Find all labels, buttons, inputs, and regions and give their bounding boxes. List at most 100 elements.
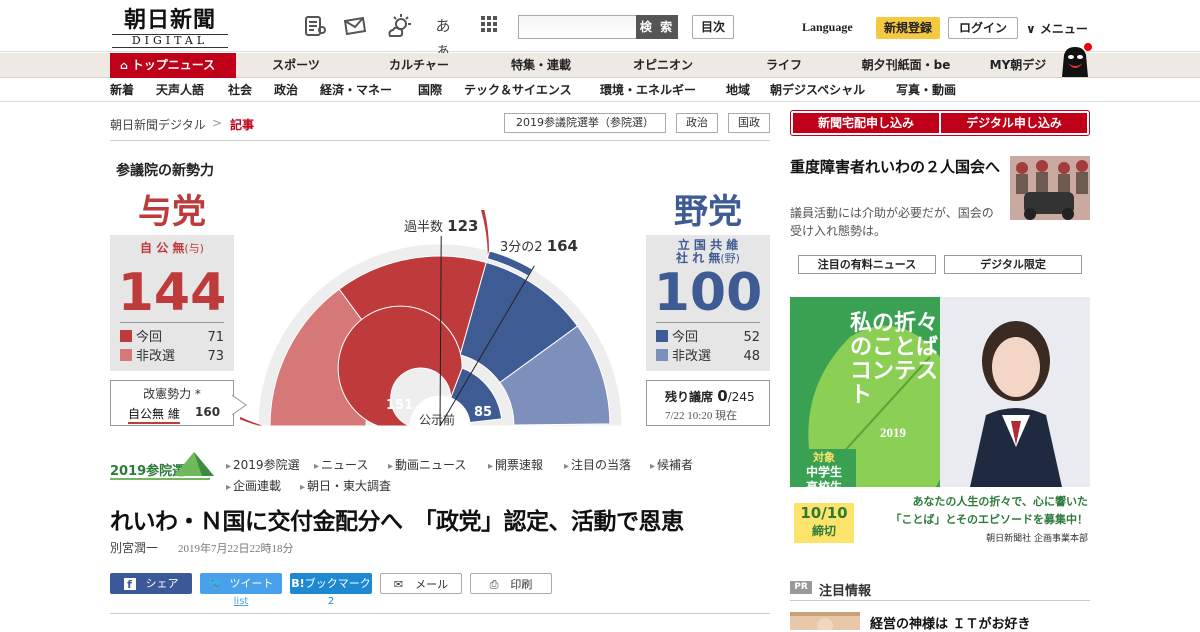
subscribe-paper-button[interactable]: 新聞宅配申し込み bbox=[793, 113, 939, 133]
legend-swatch bbox=[656, 349, 668, 361]
election-link-notable[interactable]: 注目の当落 bbox=[564, 456, 631, 473]
opposition-total: 100 bbox=[653, 263, 763, 323]
opposition-legend-holdover: 非改選 48 bbox=[656, 348, 760, 366]
nav-item-politics[interactable]: 政治 bbox=[274, 78, 298, 102]
search-input[interactable] bbox=[518, 15, 638, 39]
badge-underline bbox=[110, 478, 210, 480]
nav-item-latest[interactable]: 新着 bbox=[110, 78, 134, 102]
primary-nav: ⌂ トップニュース スポーツ カルチャー 特集・連載 オピニオン ライフ 朝夕刊… bbox=[0, 43, 1200, 78]
featured-photo[interactable] bbox=[1010, 156, 1090, 220]
search-button[interactable]: 検 索 bbox=[636, 15, 678, 39]
breadcrumb-current: 記事 bbox=[230, 118, 255, 132]
breadcrumb-home[interactable]: 朝日新聞デジタル bbox=[110, 116, 206, 133]
ad-message-1: あなたの人生の折々で、心に響いた bbox=[912, 495, 1088, 508]
nav-item-environment[interactable]: 環境・エネルギー bbox=[600, 78, 696, 102]
tag-election[interactable]: 2019参議院選挙（参院選） bbox=[504, 113, 666, 133]
election-link-results[interactable]: 開票速報 bbox=[488, 456, 543, 473]
contest-ad[interactable]: 私の折々のことばコンテスト 2019 対象 中学生 高校生 10/10 締切 あ… bbox=[790, 297, 1090, 547]
nav-item-my-asadigi[interactable]: MY朝デジ bbox=[978, 53, 1058, 78]
seat-chart bbox=[240, 210, 623, 426]
nav-item-society[interactable]: 社会 bbox=[228, 78, 252, 102]
language-link[interactable]: Language bbox=[802, 20, 853, 35]
envelope-icon[interactable] bbox=[342, 14, 368, 38]
ad-deadline-date: 10/10 bbox=[800, 504, 848, 522]
nav-item-photo[interactable]: 写真・動画 bbox=[896, 78, 956, 102]
mail-icon: ✉ bbox=[393, 578, 404, 591]
divider bbox=[110, 140, 770, 141]
featured-title[interactable]: 重度障害者れいわの２人国会へ bbox=[790, 156, 1002, 178]
nav-item-tensei[interactable]: 天声人語 bbox=[156, 78, 204, 102]
ad-deadline: 10/10 締切 bbox=[794, 503, 854, 543]
legend-swatch bbox=[656, 330, 668, 342]
secondary-nav: 新着 天声人語 社会 政治 経済・マネー 国際 テック＆サイエンス 環境・エネル… bbox=[0, 78, 1200, 102]
legend-swatch bbox=[120, 349, 132, 361]
nav-item-international[interactable]: 国際 bbox=[418, 78, 442, 102]
featured-text: 議員活動には介助が必要だが、国会の受け入れ態勢は。 bbox=[790, 206, 994, 238]
reform-parties: 自公無 維 bbox=[128, 405, 180, 424]
election-link-news[interactable]: ニュース bbox=[314, 456, 368, 473]
twitter-count[interactable]: list bbox=[200, 596, 282, 607]
nav-item-special[interactable]: 朝デジスペシャル bbox=[770, 78, 865, 102]
nav-item-paper[interactable]: 朝夕刊紙面・be bbox=[850, 53, 962, 78]
pre-opposition-value: 85 bbox=[474, 405, 493, 420]
hatena-bookmark-button[interactable]: B!ブックマーク bbox=[290, 573, 372, 594]
print-button[interactable]: ⎙ 印刷 bbox=[470, 573, 552, 594]
logo-text-jp: 朝日新聞 bbox=[123, 7, 216, 33]
tab-premium-news[interactable]: 注目の有料ニュース bbox=[798, 255, 936, 274]
nav-item-region[interactable]: 地域 bbox=[726, 78, 750, 102]
election-link-top[interactable]: 2019参院選 bbox=[226, 456, 300, 473]
majority-label: 過半数 123 bbox=[404, 217, 479, 235]
print-icon: ⎙ bbox=[489, 578, 499, 591]
facebook-share-button[interactable]: f シェア bbox=[110, 573, 192, 594]
reform-label: 改憲勢力 * bbox=[143, 387, 201, 401]
remaining-label: 残り議席 bbox=[665, 390, 714, 404]
tab-digital-only[interactable]: デジタル限定 bbox=[944, 255, 1082, 274]
nav-item-culture[interactable]: カルチャー bbox=[376, 53, 462, 78]
pr-item[interactable]: 経営の神様は ＩＴがお好き bbox=[870, 613, 1031, 632]
ruling-label: 与党 bbox=[138, 194, 206, 231]
nav-item-features[interactable]: 特集・連載 bbox=[496, 53, 586, 78]
election-badge[interactable]: 2019参院選 bbox=[110, 450, 214, 480]
pre-ruling-value: 151 bbox=[386, 398, 414, 413]
election-link-candidates[interactable]: 候補者 bbox=[650, 456, 693, 473]
ad-message-2: 「ことば」とそのエピソードを募集中！ bbox=[890, 513, 1088, 526]
register-button[interactable]: 新規登録 bbox=[876, 17, 940, 39]
logo-text-en: DIGITAL bbox=[112, 34, 228, 48]
election-link-survey[interactable]: 朝日・東大調査 bbox=[300, 477, 391, 494]
nav-item-life[interactable]: ライフ bbox=[744, 53, 824, 78]
nav-item-tech[interactable]: テック＆サイエンス bbox=[464, 78, 572, 102]
grid-menu-icon[interactable] bbox=[476, 14, 502, 38]
ruling-legend-current: 今回 71 bbox=[120, 329, 224, 347]
tag-politics[interactable]: 政治 bbox=[676, 113, 718, 133]
menu-button[interactable]: ∨ メニュー bbox=[1026, 20, 1088, 37]
mountain-icon bbox=[174, 452, 214, 476]
tag-national[interactable]: 国政 bbox=[728, 113, 770, 133]
nav-item-top-news[interactable]: ⌂ トップニュース bbox=[110, 53, 236, 78]
hatena-count[interactable]: 2 bbox=[290, 596, 372, 607]
hatena-icon: B! bbox=[291, 577, 305, 590]
ad-sponsor: 朝日新聞社 企画事業本部 bbox=[986, 534, 1088, 544]
toc-button[interactable]: 目次 bbox=[692, 15, 734, 39]
font-size-icon[interactable]: あぁ bbox=[430, 14, 456, 59]
site-logo[interactable]: 朝日新聞 DIGITAL bbox=[112, 7, 228, 48]
mascot-icon[interactable] bbox=[1058, 43, 1092, 77]
ruling-divider bbox=[120, 322, 224, 323]
mail-button[interactable]: ✉ メール bbox=[380, 573, 462, 594]
pr-thumbnail[interactable] bbox=[790, 612, 860, 630]
legend-swatch bbox=[120, 330, 132, 342]
nav-item-opinion[interactable]: オピニオン bbox=[618, 53, 708, 78]
pre-label: 公示前 bbox=[419, 413, 456, 427]
article-author: 別宮潤一 bbox=[110, 541, 159, 555]
nav-item-economy[interactable]: 経済・マネー bbox=[320, 78, 392, 102]
weather-icon[interactable] bbox=[386, 14, 412, 38]
login-button[interactable]: ログイン bbox=[948, 17, 1018, 39]
nav-item-sports[interactable]: スポーツ bbox=[256, 53, 336, 78]
twitter-share-button[interactable]: 🐦 ツイート bbox=[200, 573, 282, 594]
subscribe-digital-button[interactable]: デジタル申し込み bbox=[941, 113, 1087, 133]
election-link-video[interactable]: 動画ニュース bbox=[388, 456, 466, 473]
ruling-panel: 自 公 無(与) 144 今回 71 非改選 73 bbox=[110, 235, 234, 371]
election-link-series[interactable]: 企画連載 bbox=[226, 477, 281, 494]
opposition-panel: 立 国 共 維 社 れ 無(野) 100 今回 52 非改選 48 bbox=[646, 235, 770, 371]
divider bbox=[790, 600, 1090, 601]
newspaper-icon[interactable] bbox=[302, 14, 328, 38]
